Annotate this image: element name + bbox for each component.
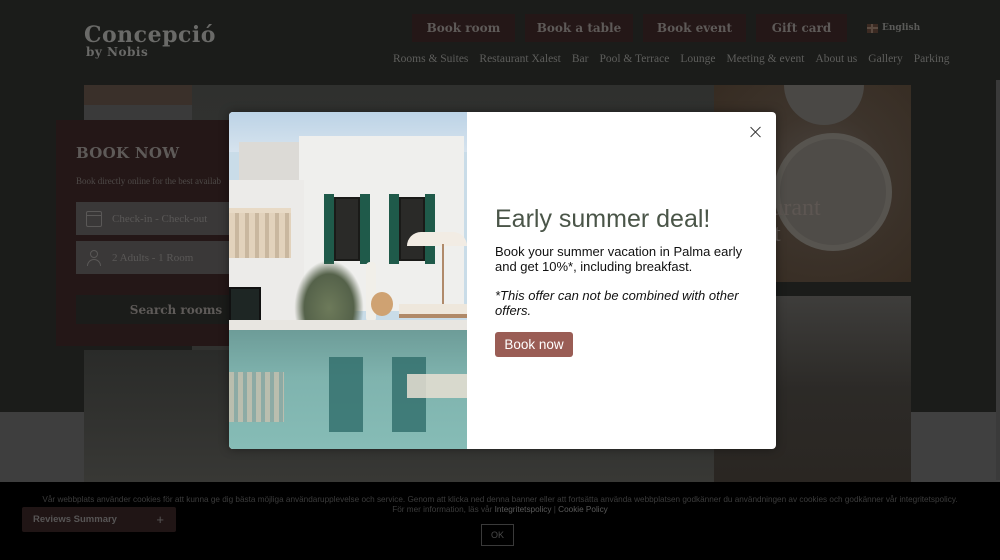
pool-courtyard-image [229,112,467,449]
uk-flag-icon [867,23,878,33]
privacy-policy-link[interactable]: Integritetspolicy [495,505,552,514]
nav-rooms-suites[interactable]: Rooms & Suites [393,53,468,65]
book-event-button[interactable]: Book event [643,14,746,42]
modal-note: *This offer can not be combined with oth… [495,288,739,318]
booking-title: BOOK NOW [76,144,180,162]
reviews-summary-widget[interactable]: Reviews Summary + [22,507,176,532]
booking-subtitle: Book directly online for the best availa… [76,176,221,186]
cookie-text-prefix: För mer information, läs vår [392,505,495,514]
scallop-decoration [84,105,192,121]
modal-title: Early summer deal! [495,205,711,233]
booking-panel: BOOK NOW Book directly online for the be… [56,120,236,346]
search-rooms-button[interactable]: Search rooms [76,295,236,324]
language-label: English [882,23,921,33]
book-now-button[interactable]: Book now [495,332,573,357]
cookie-ok-button[interactable]: OK [481,524,514,546]
calendar-icon [86,210,102,227]
cookie-text-line1: Vår webbplats använder cookies för att k… [42,495,958,504]
nav-pool-terrace[interactable]: Pool & Terrace [599,53,669,65]
user-icon [86,249,102,266]
book-room-button[interactable]: Book room [412,14,515,42]
main-nav: Rooms & Suites Restaurant Xalest Bar Poo… [393,53,950,65]
gift-card-button[interactable]: Gift card [756,14,847,42]
nav-restaurant-xalest[interactable]: Restaurant Xalest [479,53,560,65]
top-action-buttons: Book room Book a table Book event Gift c… [412,14,920,42]
nav-gallery[interactable]: Gallery [868,53,902,65]
nav-bar[interactable]: Bar [572,53,589,65]
date-range-placeholder: Check-in - Check-out [112,212,208,225]
modal-content: Early summer deal! Book your summer vaca… [495,204,755,357]
reviews-summary-label: Reviews Summary [33,514,117,525]
logo-main: Concepció [84,22,216,48]
promo-modal: Early summer deal! Book your summer vaca… [229,112,776,449]
plus-icon[interactable]: + [156,512,164,527]
date-range-input[interactable]: Check-in - Check-out [76,202,236,235]
scrollbar[interactable] [996,80,1000,480]
language-selector[interactable]: English [867,23,920,33]
nav-parking[interactable]: Parking [914,53,950,65]
modal-text: Book your summer vacation in Palma early… [495,244,743,274]
nav-meeting-event[interactable]: Meeting & event [726,53,804,65]
cookie-policy-link[interactable]: Cookie Policy [558,505,608,514]
plate-decoration [784,85,864,125]
nav-about-us[interactable]: About us [815,53,857,65]
logo[interactable]: Concepció by Nobis [84,24,216,58]
book-table-button[interactable]: Book a table [525,14,633,42]
nav-lounge[interactable]: Lounge [680,53,715,65]
gallery-image-facade [84,85,192,121]
guests-input[interactable]: 2 Adults - 1 Room [76,241,236,274]
guests-value: 2 Adults - 1 Room [112,251,194,264]
close-icon[interactable] [748,124,764,140]
gray-block [911,412,1000,482]
